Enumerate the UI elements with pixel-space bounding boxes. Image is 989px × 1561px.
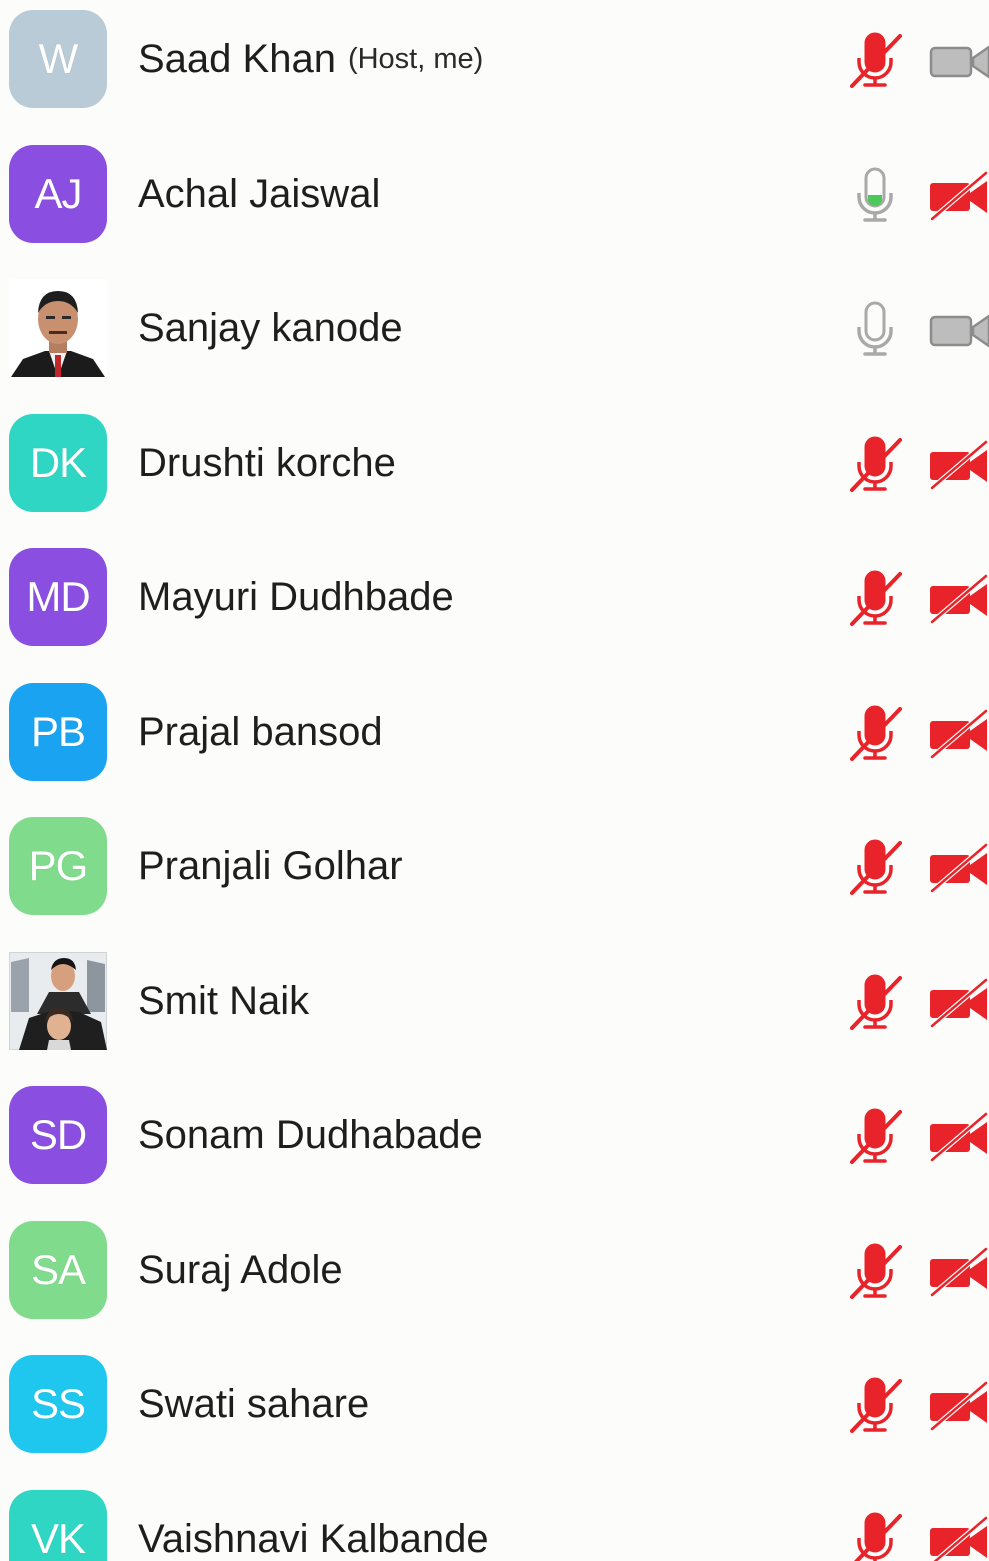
- avatar-initials: AJ: [34, 170, 82, 217]
- participant-name: Prajal bansod: [138, 709, 383, 754]
- participant-name-wrap: Achal Jaiswal: [138, 145, 380, 243]
- microphone-icon[interactable]: [846, 165, 904, 225]
- participant-name-wrap: Vaishnavi Kalbande: [138, 1490, 489, 1561]
- video-camera-icon[interactable]: [928, 34, 989, 88]
- participant-name-wrap: Suraj Adole: [138, 1221, 343, 1319]
- avatar-initials: DK: [29, 439, 87, 486]
- video-off-icon[interactable]: [928, 976, 989, 1030]
- avatar: VK: [9, 1490, 107, 1561]
- video-off-icon[interactable]: [928, 841, 989, 895]
- participant-name: Achal Jaiswal: [138, 171, 381, 216]
- participant-name-wrap: Sonam Dudhabade: [138, 1086, 483, 1184]
- avatar-initials: W: [38, 35, 79, 82]
- mic-muted-icon[interactable]: [846, 434, 904, 494]
- avatar: SD: [9, 1086, 107, 1184]
- mic-muted-icon[interactable]: [846, 972, 904, 1032]
- participant-row[interactable]: Sanjay kanode: [0, 279, 989, 413]
- avatar: PB: [9, 683, 107, 781]
- video-off-icon[interactable]: [928, 1514, 989, 1561]
- participant-row[interactable]: PB Prajal bansod: [0, 683, 989, 817]
- avatar: DK: [9, 414, 107, 512]
- participants-list: W Saad Khan (Host, me) AJ Achal Jaiswal: [0, 0, 989, 1561]
- mic-muted-icon[interactable]: [846, 703, 904, 763]
- avatar-initials: VK: [30, 1515, 86, 1561]
- participant-name-wrap: Mayuri Dudhbade: [138, 548, 454, 646]
- microphone-icon[interactable]: [846, 299, 904, 359]
- video-off-icon[interactable]: [928, 169, 989, 223]
- participant-name-wrap: Drushti korche: [138, 414, 396, 512]
- mic-muted-icon[interactable]: [846, 1375, 904, 1435]
- participant-name: Sanjay kanode: [138, 305, 403, 350]
- mic-muted-icon[interactable]: [846, 1241, 904, 1301]
- participant-name: Sonam Dudhabade: [138, 1112, 483, 1157]
- avatar-initials: PB: [30, 708, 86, 755]
- avatar-initials: MD: [26, 573, 90, 620]
- mic-muted-icon[interactable]: [846, 30, 904, 90]
- avatar: SS: [9, 1355, 107, 1453]
- video-off-icon[interactable]: [928, 1379, 989, 1433]
- participant-name: Mayuri Dudhbade: [138, 574, 454, 619]
- participant-row[interactable]: W Saad Khan (Host, me): [0, 10, 989, 144]
- video-off-icon[interactable]: [928, 1245, 989, 1299]
- participant-name: Pranjali Golhar: [138, 843, 403, 888]
- video-off-icon[interactable]: [928, 707, 989, 761]
- participant-name-wrap: Pranjali Golhar: [138, 817, 403, 915]
- participant-row[interactable]: AJ Achal Jaiswal: [0, 145, 989, 279]
- avatar-initials: PG: [28, 842, 89, 889]
- participant-name-wrap: Swati sahare: [138, 1355, 369, 1453]
- participant-row[interactable]: SS Swati sahare: [0, 1355, 989, 1489]
- avatar: [9, 279, 107, 377]
- avatar-initials: SS: [30, 1380, 86, 1427]
- mic-muted-icon[interactable]: [846, 837, 904, 897]
- avatar: SA: [9, 1221, 107, 1319]
- avatar-initials: SD: [29, 1111, 87, 1158]
- avatar: MD: [9, 548, 107, 646]
- avatar: PG: [9, 817, 107, 915]
- participant-name-wrap: Prajal bansod: [138, 683, 383, 781]
- participant-name: Drushti korche: [138, 440, 396, 485]
- participant-row[interactable]: MD Mayuri Dudhbade: [0, 548, 989, 682]
- mic-muted-icon[interactable]: [846, 1106, 904, 1166]
- video-camera-icon[interactable]: [928, 303, 989, 357]
- avatar: AJ: [9, 145, 107, 243]
- participant-row[interactable]: SA Suraj Adole: [0, 1221, 989, 1355]
- participant-name-wrap: Saad Khan (Host, me): [138, 10, 483, 108]
- video-off-icon[interactable]: [928, 572, 989, 626]
- participant-name: Saad Khan: [138, 36, 336, 81]
- participant-row[interactable]: DK Drushti korche: [0, 414, 989, 548]
- participant-row[interactable]: Smit Naik: [0, 952, 989, 1086]
- mic-muted-icon[interactable]: [846, 1510, 904, 1561]
- participant-row[interactable]: PG Pranjali Golhar: [0, 817, 989, 951]
- participant-role: (Host, me): [347, 42, 484, 75]
- avatar: W: [9, 10, 107, 108]
- avatar: [9, 952, 107, 1050]
- mic-muted-icon[interactable]: [846, 568, 904, 628]
- participant-name-wrap: Sanjay kanode: [138, 279, 403, 377]
- video-off-icon[interactable]: [928, 1110, 989, 1164]
- participant-row[interactable]: SD Sonam Dudhabade: [0, 1086, 989, 1220]
- participant-name: Suraj Adole: [138, 1247, 343, 1292]
- participant-row[interactable]: VK Vaishnavi Kalbande: [0, 1490, 989, 1561]
- participant-name-wrap: Smit Naik: [138, 952, 309, 1050]
- video-off-icon[interactable]: [928, 438, 989, 492]
- participant-name: Swati sahare: [138, 1381, 370, 1426]
- participant-name: Vaishnavi Kalbande: [138, 1516, 489, 1561]
- avatar-initials: SA: [30, 1246, 86, 1293]
- participant-name: Smit Naik: [138, 978, 310, 1023]
